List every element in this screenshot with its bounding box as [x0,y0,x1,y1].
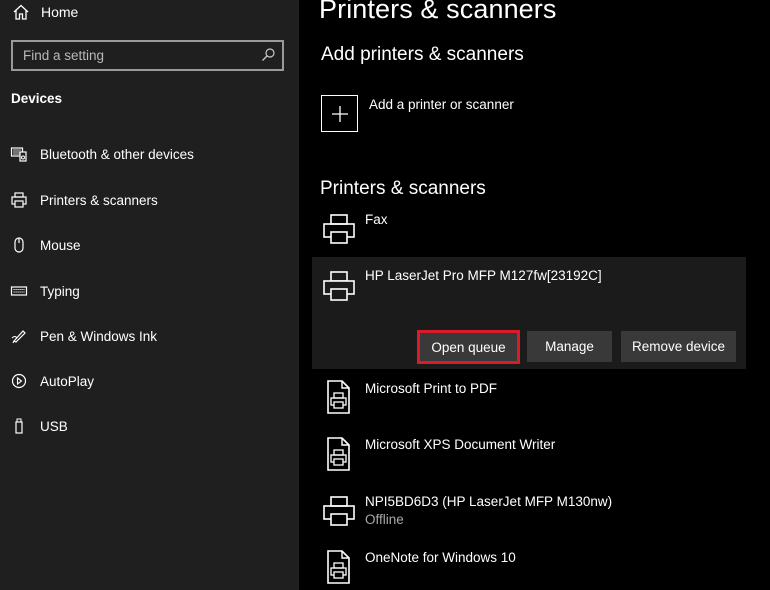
pen-icon [11,330,26,344]
printer-icon [323,271,355,301]
main-content: Printers & scanners Add printers & scann… [299,0,770,590]
home-label: Home [41,4,79,20]
sidebar-item-label: Printers & scanners [40,192,158,208]
sidebar-item-mouse[interactable]: Mouse [0,226,299,264]
plus-icon [331,105,348,122]
sidebar-section-title: Devices [11,91,63,106]
usb-icon [15,418,23,434]
keyboard-icon [10,286,28,296]
printer-name: Microsoft XPS Document Writer [365,437,556,452]
sidebar-item-label: Typing [40,283,80,299]
bluetooth-devices-icon [10,147,27,162]
add-printer-button[interactable] [321,95,358,132]
open-queue-button[interactable]: Open queue [417,330,520,364]
printer-name: Fax [365,212,388,227]
sidebar-item-label: Pen & Windows Ink [40,328,158,344]
printer-icon [323,496,355,526]
page-title: Printers & scanners [319,0,557,24]
printer-item-xps-writer[interactable]: Microsoft XPS Document Writer [312,435,746,479]
sidebar-item-bluetooth[interactable]: Bluetooth & other devices [0,135,299,173]
sidebar-item-usb[interactable]: USB [0,407,299,445]
printer-item-print-to-pdf[interactable]: Microsoft Print to PDF [312,378,746,422]
printer-name: NPI5BD6D3 (HP LaserJet MFP M130nw) [365,494,613,509]
printer-item-onenote[interactable]: OneNote for Windows 10 [312,548,746,590]
sidebar-item-label: AutoPlay [40,373,95,389]
search-input[interactable] [13,42,253,69]
printer-name: OneNote for Windows 10 [365,550,516,565]
printer-item-fax[interactable]: Fax [312,210,746,250]
sidebar-item-label: Bluetooth & other devices [40,146,194,162]
sidebar-item-label: USB [40,418,68,434]
printer-name: Microsoft Print to PDF [365,381,498,396]
sidebar-item-printers[interactable]: Printers & scanners [0,181,299,219]
manage-button[interactable]: Manage [527,331,612,362]
sidebar-item-autoplay[interactable]: AutoPlay [0,362,299,400]
document-printer-icon [327,437,350,471]
remove-device-button[interactable]: Remove device [621,331,736,362]
mouse-icon [14,237,24,253]
home-icon [13,4,29,20]
document-printer-icon [327,550,350,584]
search-icon[interactable] [260,47,276,63]
sidebar-item-typing[interactable]: Typing [0,272,299,310]
add-section-title: Add printers & scanners [321,44,524,65]
sidebar-item-label: Mouse [40,237,81,253]
sidebar-item-pen[interactable]: Pen & Windows Ink [0,317,299,355]
printer-item-npi[interactable]: NPI5BD6D3 (HP LaserJet MFP M130nw) Offli… [312,492,746,536]
add-printer-label[interactable]: Add a printer or scanner [369,97,514,112]
printer-icon [11,192,27,208]
printer-icon [323,214,355,244]
printer-status: Offline [365,512,404,527]
printer-item-hp-selected[interactable]: HP LaserJet Pro MFP M127fw[23192C] Open … [312,257,746,369]
document-printer-icon [327,380,350,414]
printer-list-title: Printers & scanners [320,178,486,199]
search-box[interactable] [11,40,284,71]
autoplay-icon [11,373,27,389]
printer-name: HP LaserJet Pro MFP M127fw[23192C] [365,268,602,283]
home-link[interactable]: Home [12,2,78,22]
sidebar: Home Devices Bluetooth & other devices P… [0,0,299,590]
